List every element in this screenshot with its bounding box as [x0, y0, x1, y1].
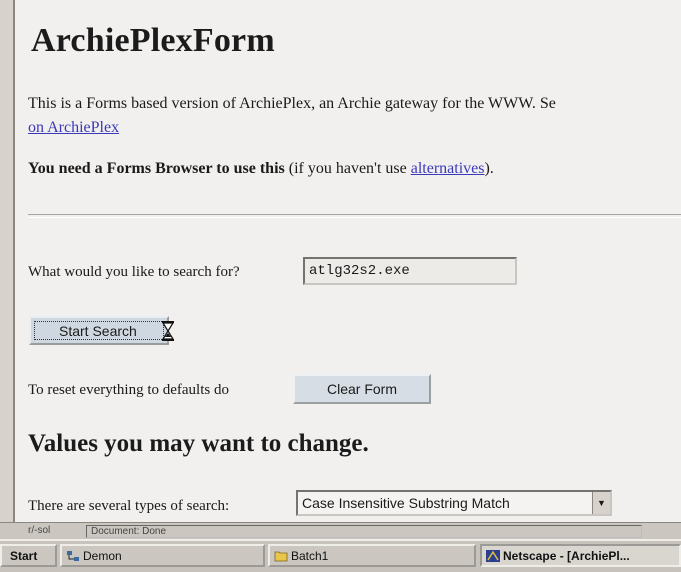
start-search-button[interactable]: Start Search — [29, 316, 169, 345]
window-left-frame — [0, 0, 15, 537]
search-label: What would you like to search for? — [28, 264, 240, 280]
taskbar-item-netscape[interactable]: Netscape - [ArchiePl... — [480, 544, 681, 567]
security-key-icon: r/-sol — [28, 525, 51, 536]
taskbar-item-demon-label: Demon — [83, 549, 122, 563]
intro-line: This is a Forms based version of ArchieP… — [28, 95, 556, 112]
forms-browser-bold: You need a Forms Browser to use this — [28, 160, 285, 177]
page-title: ArchiePlexForm — [31, 22, 275, 59]
search-type-label: There are several types of search: — [28, 498, 230, 514]
taskbar-item-batch1-label: Batch1 — [291, 549, 329, 563]
search-type-value: Case Insensitive Substring Match — [302, 495, 510, 511]
chevron-down-icon[interactable]: ▼ — [592, 492, 610, 514]
page-content: ArchiePlexForm This is a Forms based ver… — [28, 0, 681, 536]
network-icon — [67, 551, 79, 561]
taskbar-item-netscape-label: Netscape - [ArchiePl... — [503, 549, 630, 563]
folder-icon — [274, 551, 288, 562]
alternatives-link[interactable]: alternatives — [411, 160, 485, 177]
intro-text: This is a Forms based version of ArchieP… — [28, 92, 556, 140]
search-input[interactable] — [303, 257, 517, 285]
forms-browser-end: ). — [484, 160, 494, 177]
section-heading: Values you may want to change. — [28, 430, 369, 457]
forms-browser-text: (if you haven't use — [284, 160, 411, 177]
start-label: Start — [10, 549, 38, 563]
netscape-icon — [486, 550, 500, 562]
taskbar-item-batch1[interactable]: Batch1 — [268, 544, 476, 567]
clear-form-button[interactable]: Clear Form — [293, 374, 431, 404]
taskbar: Start Demon Batch1 Netscape - [ArchiePl.… — [0, 539, 681, 572]
start-search-label: Start Search — [59, 322, 137, 339]
status-bar: r/-sol Document: Done — [0, 522, 681, 540]
reset-label: To reset everything to defaults do — [28, 382, 229, 398]
start-button[interactable]: Start — [0, 544, 57, 567]
divider — [28, 214, 681, 218]
forms-browser-note: You need a Forms Browser to use this (if… — [28, 160, 494, 178]
archieplex-info-link[interactable]: on ArchiePlex — [28, 119, 119, 136]
hourglass-cursor-icon — [161, 321, 175, 341]
status-text: Document: Done — [86, 525, 642, 538]
search-type-select[interactable]: Case Insensitive Substring Match ▼ — [296, 490, 612, 516]
taskbar-item-demon[interactable]: Demon — [60, 544, 265, 567]
